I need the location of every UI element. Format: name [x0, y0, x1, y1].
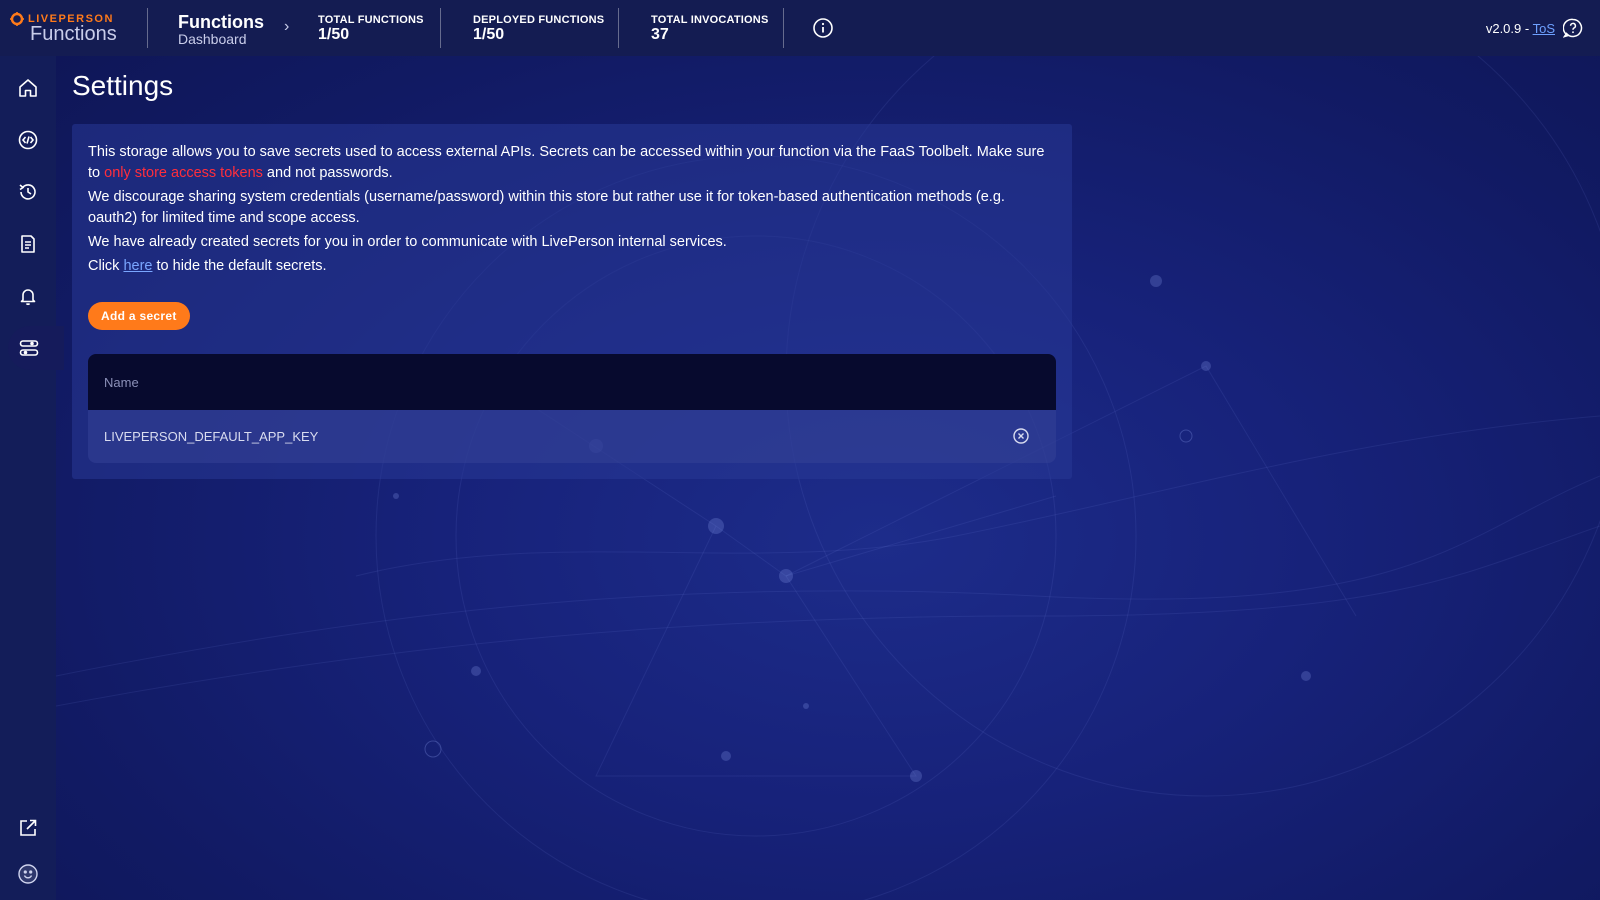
hide-default-secrets-link[interactable]: here — [123, 258, 152, 274]
tos-link[interactable]: ToS — [1533, 21, 1555, 36]
sidebar-item-external[interactable] — [0, 806, 56, 850]
brand-logo[interactable]: LIVEPERSON Functions — [10, 12, 140, 44]
description-text: to hide the default secrets. — [152, 258, 327, 274]
secrets-panel: This storage allows you to save secrets … — [72, 124, 1072, 479]
sidebar — [0, 56, 64, 900]
description-paragraph: Click here to hide the default secrets. — [88, 256, 1058, 277]
breadcrumb: Functions Dashboard — [178, 12, 264, 46]
header-divider — [147, 8, 148, 48]
sidebar-item-feedback[interactable] — [0, 852, 56, 896]
sidebar-item-functions[interactable] — [0, 118, 56, 162]
sidebar-item-home[interactable] — [0, 66, 56, 110]
sidebar-item-alerts[interactable] — [0, 274, 56, 318]
page-title: Settings — [72, 70, 174, 101]
description-paragraph: We discourage sharing system credentials… — [88, 189, 1005, 226]
secret-name: LIVEPERSON_DEFAULT_APP_KEY — [104, 429, 319, 444]
description-paragraph: This storage allows you to save secrets … — [88, 142, 1058, 184]
stat-value: 37 — [651, 26, 669, 43]
breadcrumb-title: Functions — [178, 12, 264, 32]
top-bar: LIVEPERSON Functions Functions Dashboard… — [0, 0, 1600, 56]
add-secret-button[interactable]: Add a secret — [88, 302, 190, 330]
description-text: Click — [88, 258, 124, 274]
document-icon — [21, 235, 35, 253]
stat-total-functions: TOTAL FUNCTIONS 1/50 — [318, 14, 424, 43]
description-paragraph: We have already created secrets for you … — [88, 234, 727, 250]
header-divider — [440, 8, 441, 48]
stat-deployed-functions: DEPLOYED FUNCTIONS 1/50 — [473, 14, 604, 43]
secrets-table: Name LIVEPERSON_DEFAULT_APP_KEY — [88, 354, 1056, 463]
secrets-description: This storage allows you to save secrets … — [88, 142, 1058, 280]
settings-icon — [19, 340, 39, 356]
sidebar-item-settings[interactable] — [8, 326, 64, 370]
column-header-name: Name — [104, 374, 139, 390]
home-icon — [19, 79, 37, 97]
bell-icon — [20, 289, 36, 306]
info-icon[interactable] — [812, 17, 834, 39]
table-row[interactable]: LIVEPERSON_DEFAULT_APP_KEY — [88, 410, 1056, 463]
liveperson-logo-icon — [10, 12, 24, 26]
header-divider — [618, 8, 619, 48]
chevron-right-icon: › — [284, 18, 290, 35]
external-link-icon — [20, 819, 37, 836]
description-text: and not passwords. — [262, 165, 393, 181]
delete-secret-icon[interactable] — [1012, 427, 1030, 445]
version-label: v2.0.9 - — [1485, 21, 1530, 36]
warning-text: only store access tokens — [104, 165, 263, 181]
brand-product: Functions — [30, 23, 117, 45]
history-icon — [19, 184, 36, 200]
smiley-icon — [18, 864, 38, 884]
sidebar-item-logs[interactable] — [0, 222, 56, 266]
version-info: v2.0.9 - ToS — [1486, 21, 1555, 36]
breadcrumb-subtitle: Dashboard — [178, 31, 247, 47]
header-divider — [783, 8, 784, 48]
table-header: Name — [88, 354, 1056, 410]
stat-value: 1/50 — [473, 26, 505, 43]
help-icon[interactable] — [1563, 18, 1583, 38]
stat-value: 1/50 — [318, 26, 350, 43]
code-icon — [18, 130, 38, 150]
stat-total-invocations: TOTAL INVOCATIONS 37 — [651, 14, 768, 43]
sidebar-item-history[interactable] — [0, 170, 56, 214]
